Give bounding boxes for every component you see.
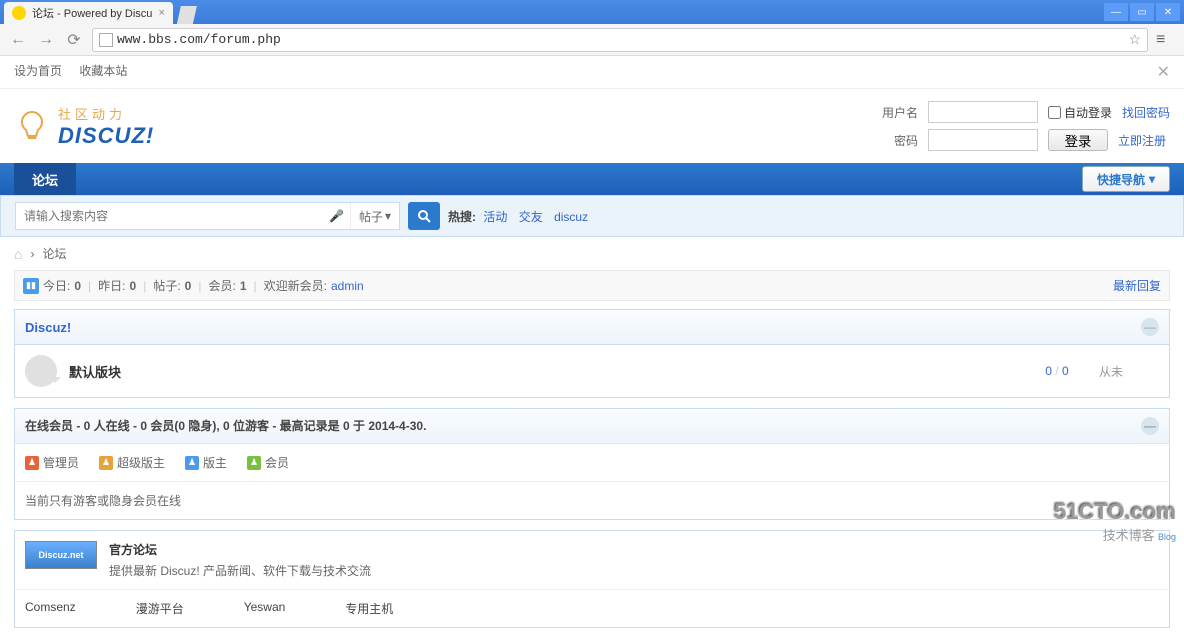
url-text: www.bbs.com/forum.php: [117, 32, 1124, 47]
username-input[interactable]: [928, 101, 1038, 123]
breadcrumb: ⌂ › 论坛: [0, 237, 1184, 270]
login-area: 用户名 自动登录 找回密码 密码 登录 立即注册: [878, 101, 1170, 151]
new-tab-button[interactable]: [177, 6, 197, 24]
header: 社区动力 DISCUZ! 用户名 自动登录 找回密码 密码 登录 立即注册: [0, 89, 1184, 163]
login-button[interactable]: 登录: [1048, 129, 1108, 151]
logo-en-text: DISCUZ!: [58, 123, 154, 149]
register-link[interactable]: 立即注册: [1118, 132, 1166, 149]
search-icon: [417, 209, 431, 223]
username-label: 用户名: [878, 104, 918, 121]
quick-nav-button[interactable]: 快捷导航 ▾: [1082, 166, 1170, 192]
hot-link[interactable]: discuz: [554, 210, 588, 224]
official-name[interactable]: 官方论坛: [109, 541, 371, 558]
footer-link[interactable]: Yeswan: [244, 600, 286, 617]
browser-tab[interactable]: 论坛 - Powered by Discu ×: [4, 2, 173, 24]
bulb-icon: [14, 108, 50, 144]
member-icon: ♟: [247, 456, 261, 470]
search-box: 🎤 帖子 ▾: [15, 202, 400, 230]
forum-icon: [25, 355, 57, 387]
new-member-link[interactable]: admin: [331, 279, 364, 293]
favorite-link[interactable]: 收藏本站: [79, 64, 127, 78]
password-label: 密码: [878, 132, 918, 149]
logo-cn-text: 社区动力: [58, 104, 154, 123]
online-section: 在线会员 - 0 人在线 - 0 会员(0 隐身), 0 位游客 - 最高记录是…: [14, 408, 1170, 520]
collapse-icon[interactable]: —: [1141, 417, 1159, 435]
close-window-button[interactable]: ✕: [1156, 3, 1180, 21]
hot-search: 热搜: 活动 交友 discuz: [448, 208, 592, 225]
hot-link[interactable]: 活动: [483, 210, 507, 224]
page-icon: [99, 33, 113, 47]
back-button[interactable]: ←: [8, 30, 28, 50]
online-header: 在线会员 - 0 人在线 - 0 会员(0 隐身), 0 位游客 - 最高记录是…: [15, 409, 1169, 444]
breadcrumb-forum[interactable]: 论坛: [42, 245, 66, 262]
online-legend: ♟管理员 ♟超级版主 ♟版主 ♟会员: [15, 444, 1169, 482]
official-forum: Discuz.net 官方论坛 提供最新 Discuz! 产品新闻、软件下载与技…: [15, 531, 1169, 590]
set-home-link[interactable]: 设为首页: [14, 64, 62, 78]
topbar-close-icon[interactable]: ✕: [1157, 62, 1170, 82]
home-icon[interactable]: ⌂: [14, 246, 22, 262]
password-input[interactable]: [928, 129, 1038, 151]
admin-icon: ♟: [25, 456, 39, 470]
auto-login-label: 自动登录: [1064, 104, 1112, 121]
official-logo[interactable]: Discuz.net: [25, 541, 97, 569]
footer-link[interactable]: 漫游平台: [136, 600, 184, 617]
maximize-button[interactable]: ▭: [1130, 3, 1154, 21]
window-controls: — ▭ ✕: [1104, 3, 1180, 21]
browser-titlebar: 论坛 - Powered by Discu × — ▭ ✕: [0, 0, 1184, 24]
site-logo[interactable]: 社区动力 DISCUZ!: [14, 104, 154, 149]
minimize-button[interactable]: —: [1104, 3, 1128, 21]
auto-login-checkbox[interactable]: [1048, 106, 1061, 119]
search-type-dropdown[interactable]: 帖子 ▾: [350, 203, 399, 229]
stats-bar: ▮▮ 今日: 0 | 昨日: 0 | 帖子: 0 | 会员: 1 | 欢迎新会员…: [14, 270, 1170, 301]
search-button[interactable]: [408, 202, 440, 230]
category-header: Discuz! —: [15, 310, 1169, 345]
collapse-icon[interactable]: —: [1141, 318, 1159, 336]
stats-icon[interactable]: ▮▮: [23, 278, 39, 294]
forum-count: 0 / 0: [1027, 364, 1087, 378]
main-nav: 论坛 快捷导航 ▾: [0, 163, 1184, 195]
top-links-bar: 设为首页 收藏本站 ✕: [0, 56, 1184, 89]
favicon-icon: [12, 6, 26, 20]
breadcrumb-sep: ›: [30, 247, 34, 261]
official-desc: 提供最新 Discuz! 产品新闻、软件下载与技术交流: [109, 562, 371, 579]
forum-last-post: 从未: [1099, 363, 1159, 380]
tab-title: 论坛 - Powered by Discu: [32, 5, 152, 21]
browser-menu-button[interactable]: ≡: [1156, 31, 1176, 49]
reload-button[interactable]: ⟳: [64, 30, 84, 50]
url-box[interactable]: www.bbs.com/forum.php ☆: [92, 28, 1148, 52]
address-bar: ← → ⟳ www.bbs.com/forum.php ☆ ≡: [0, 24, 1184, 56]
forum-link[interactable]: 默认版块: [69, 362, 1015, 381]
category-title[interactable]: Discuz!: [25, 320, 71, 335]
find-password-link[interactable]: 找回密码: [1122, 104, 1170, 121]
search-input[interactable]: [16, 209, 323, 223]
microphone-icon[interactable]: 🎤: [323, 209, 350, 223]
online-message: 当前只有游客或隐身会员在线: [15, 482, 1169, 519]
page-content: 设为首页 收藏本站 ✕ 社区动力 DISCUZ! 用户名 自动登录 找回密码 密…: [0, 56, 1184, 628]
search-row: 🎤 帖子 ▾ 热搜: 活动 交友 discuz: [0, 195, 1184, 237]
bookmark-star-icon[interactable]: ☆: [1128, 31, 1141, 48]
official-section: Discuz.net 官方论坛 提供最新 Discuz! 产品新闻、软件下载与技…: [14, 530, 1170, 628]
footer-link[interactable]: Comsenz: [25, 600, 76, 617]
hot-link[interactable]: 交友: [519, 210, 543, 224]
latest-reply-link[interactable]: 最新回复: [1113, 277, 1161, 294]
nav-forum[interactable]: 论坛: [14, 163, 76, 195]
chevron-down-icon: ▾: [385, 209, 391, 223]
mod-icon: ♟: [185, 456, 199, 470]
forum-row: 默认版块 0 / 0 从未: [15, 345, 1169, 397]
supermod-icon: ♟: [99, 456, 113, 470]
tab-bar: 论坛 - Powered by Discu ×: [4, 0, 197, 24]
category-section: Discuz! — 默认版块 0 / 0 从未: [14, 309, 1170, 398]
chevron-down-icon: ▾: [1149, 172, 1155, 186]
forward-button[interactable]: →: [36, 30, 56, 50]
footer-links: Comsenz 漫游平台 Yeswan 专用主机: [15, 590, 1169, 627]
footer-link[interactable]: 专用主机: [345, 600, 393, 617]
tab-close-icon[interactable]: ×: [158, 7, 164, 19]
